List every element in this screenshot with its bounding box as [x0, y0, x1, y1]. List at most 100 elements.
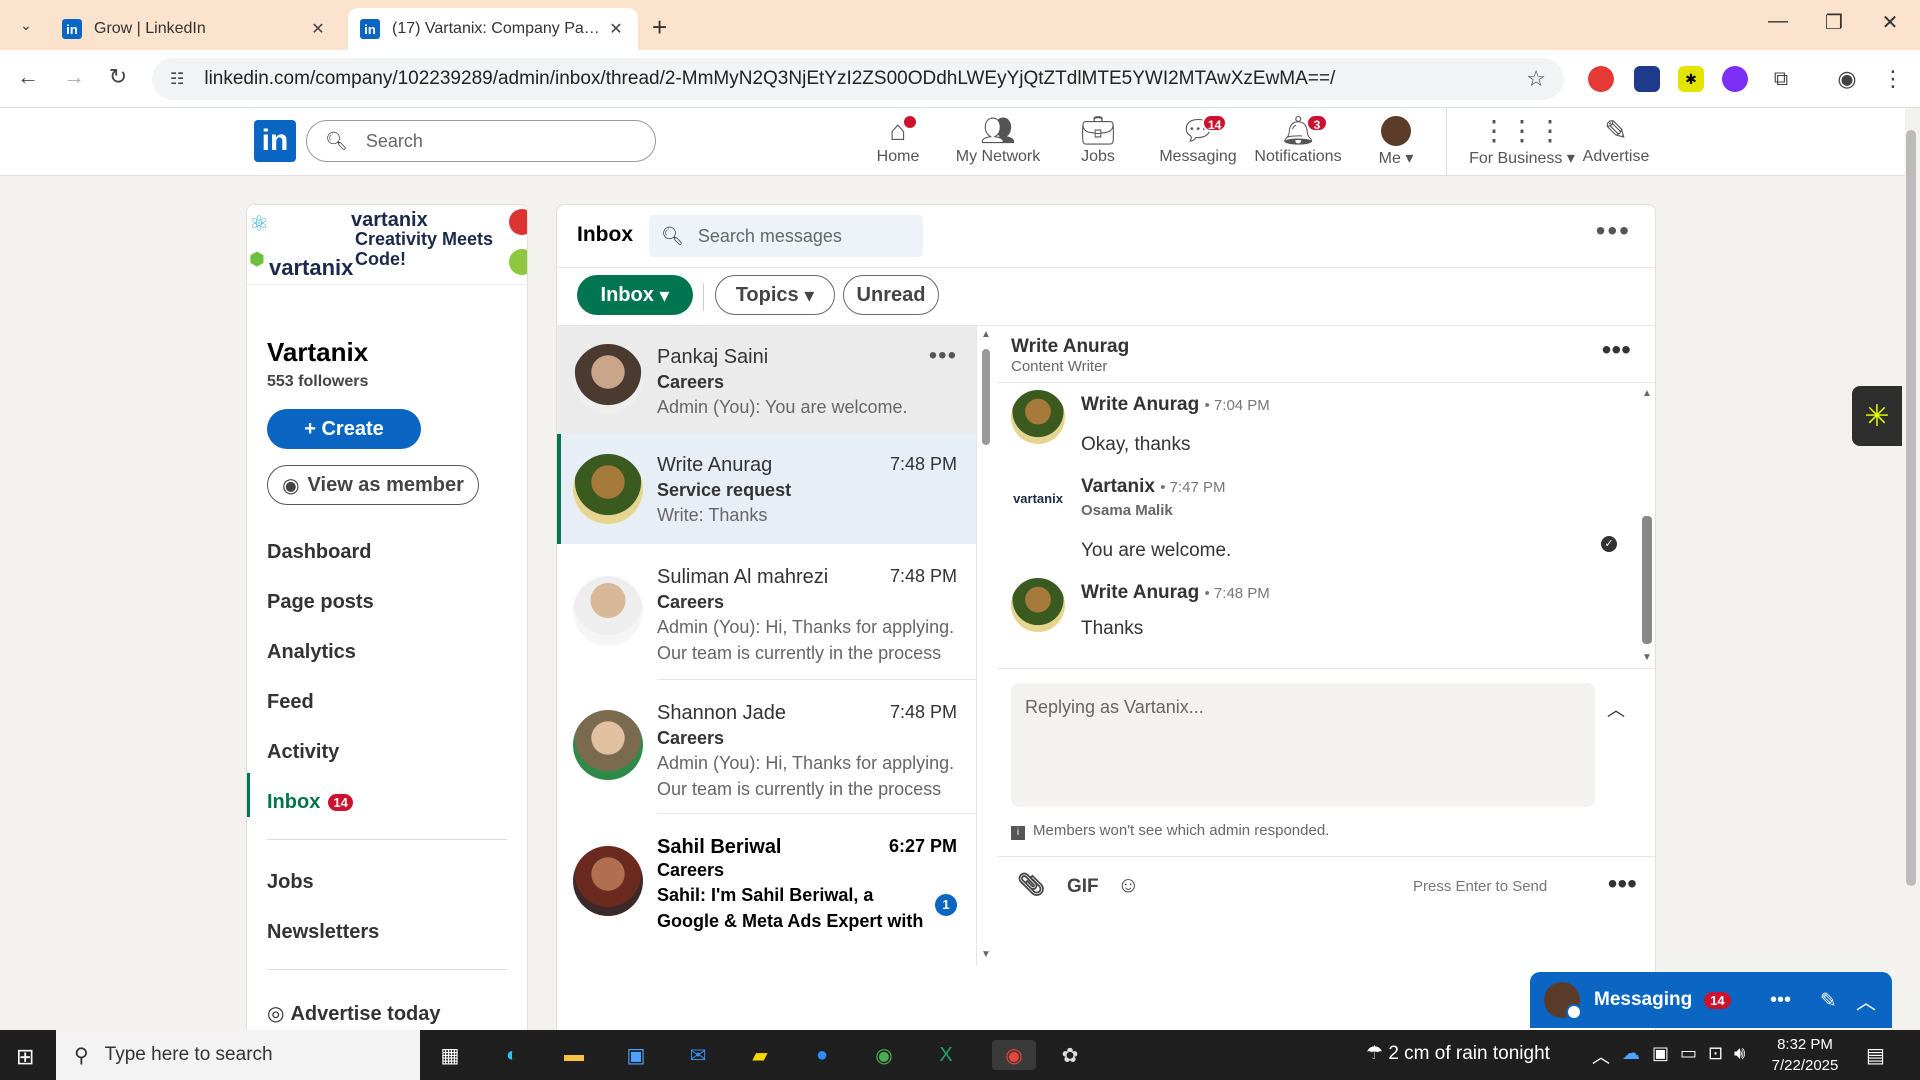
more-options-icon[interactable]: ••• — [1770, 989, 1791, 1012]
nav-jobs[interactable]: 💼︎ Jobs — [1048, 114, 1148, 166]
emoji-icon[interactable]: ☺ — [1117, 872, 1139, 898]
system-clock[interactable]: 8:32 PM 7/22/2025 — [1760, 1034, 1850, 1076]
store-icon[interactable]: ▣ — [620, 1040, 652, 1070]
nav-me[interactable]: Me ▾ — [1346, 114, 1446, 168]
scroll-down-arrow-icon[interactable]: ▼ — [1642, 652, 1652, 663]
close-window-icon[interactable]: ✕ — [1870, 10, 1910, 35]
gif-button[interactable]: GIF — [1067, 876, 1099, 898]
battery-icon[interactable]: ▭ — [1680, 1043, 1697, 1064]
mail-icon[interactable]: ✉ — [682, 1040, 714, 1070]
zoom-icon[interactable]: ● — [806, 1040, 838, 1070]
avatar[interactable] — [1011, 578, 1065, 632]
unread-filter[interactable]: Unread — [843, 275, 939, 315]
thread-more-options-icon[interactable]: ••• — [1602, 334, 1631, 366]
page-scrollbar[interactable] — [1906, 130, 1916, 886]
assistant-widget-icon[interactable]: ✳ — [1852, 386, 1902, 446]
close-icon[interactable]: ✕ — [606, 19, 626, 39]
chevron-up-icon[interactable]: ︿ — [1592, 1043, 1610, 1069]
nav-advertise[interactable]: ✎ Advertise — [1566, 114, 1666, 166]
conversation-item-selected[interactable]: Write Anurag 7:48 PM Service request Wri… — [557, 434, 976, 544]
site-info-icon[interactable]: ☷ — [170, 69, 184, 89]
topics-filter-dropdown[interactable]: Topics ▾ — [715, 275, 835, 315]
view-as-member-button[interactable]: ◉ View as member — [267, 465, 479, 505]
network-icon[interactable]: ⊡ — [1708, 1043, 1723, 1064]
thread-scrollbar[interactable] — [1642, 516, 1652, 644]
conversation-item[interactable]: Shannon Jade 7:48 PM Careers Admin (You)… — [557, 680, 976, 814]
menu-inbox[interactable]: Inbox 14 — [267, 791, 353, 814]
tab-vartanix-admin[interactable]: in (17) Vartanix: Company Page Admin ✕ — [348, 8, 638, 50]
menu-newsletters[interactable]: Newsletters — [267, 921, 379, 944]
pokeball-extension-icon[interactable] — [1588, 66, 1614, 92]
create-button[interactable]: + Create — [267, 409, 421, 449]
restore-icon[interactable]: ❐ — [1814, 10, 1854, 35]
nav-home[interactable]: ⌂ Home — [848, 114, 948, 166]
attach-paperclip-icon[interactable]: 📎︎ — [1017, 872, 1045, 898]
chrome-icon[interactable]: ◉ — [992, 1040, 1036, 1070]
chevron-up-icon[interactable]: ︿ — [1856, 986, 1876, 1015]
organization-name[interactable]: Vartanix — [267, 337, 368, 368]
taskbar-search-input[interactable]: ⚲ Type here to search — [56, 1030, 420, 1080]
menu-advertise-today[interactable]: ◎ Advertise today — [267, 1001, 441, 1026]
tab-search-button[interactable]: ⌄ — [12, 12, 40, 38]
close-icon[interactable]: ✕ — [308, 19, 328, 39]
messaging-overlay-bar[interactable]: Messaging 14 ••• ✎ ︿ — [1530, 972, 1892, 1028]
asterisk-extension-icon[interactable]: ✱ — [1678, 66, 1704, 92]
linkedin-logo[interactable]: in — [254, 120, 296, 162]
vartanix-logo[interactable]: vartanix — [1011, 472, 1065, 526]
chrome-profile-icon[interactable]: ◉ — [868, 1040, 900, 1070]
url-omnibox[interactable]: ☷ linkedin.com/company/102239289/admin/i… — [152, 58, 1564, 100]
conversation-list-scrollbar[interactable] — [982, 349, 990, 445]
menu-dashboard[interactable]: Dashboard — [267, 541, 371, 564]
conversation-item[interactable]: Suliman Al mahrezi 7:48 PM Careers Admin… — [557, 544, 976, 680]
more-options-icon[interactable]: ••• — [1596, 215, 1631, 247]
profile-icon[interactable]: ◉ — [1834, 66, 1860, 92]
nav-my-network[interactable]: 👥︎ My Network — [948, 114, 1048, 166]
color-extension-icon[interactable] — [1722, 66, 1748, 92]
meet-icon[interactable]: ▣ — [1652, 1043, 1669, 1064]
edge-icon[interactable]: ◐ — [496, 1040, 528, 1070]
press-enter-hint[interactable]: Press Enter to Send — [1413, 878, 1547, 895]
thread-contact-name[interactable]: Write Anurag — [1011, 336, 1129, 358]
conversation-item[interactable]: Sahil Beriwal 6:27 PM Careers Sahil: I'm… — [557, 814, 976, 948]
send-options-icon[interactable]: ••• — [1608, 868, 1637, 900]
nav-messaging[interactable]: 💬︎ 14 Messaging — [1148, 114, 1248, 166]
new-tab-button[interactable]: + — [652, 12, 667, 43]
menu-jobs[interactable]: Jobs — [267, 871, 314, 894]
menu-page-posts[interactable]: Page posts — [267, 591, 374, 614]
task-view-icon[interactable]: ▦ — [434, 1040, 466, 1070]
notifications-center-icon[interactable]: ▤ — [1866, 1043, 1885, 1068]
bookmark-star-icon[interactable]: ☆ — [1526, 66, 1546, 92]
file-explorer-icon[interactable]: ▬ — [558, 1040, 590, 1070]
menu-activity[interactable]: Activity — [267, 741, 339, 764]
reply-textarea[interactable]: Replying as Vartanix... — [1011, 683, 1595, 807]
url-text[interactable]: linkedin.com/company/102239289/admin/inb… — [204, 68, 1526, 90]
nav-notifications[interactable]: 🔔︎ 3 Notifications — [1248, 114, 1348, 166]
scroll-up-arrow-icon[interactable]: ▲ — [1642, 388, 1652, 399]
more-options-icon[interactable]: ••• — [929, 342, 957, 370]
global-search-input[interactable]: 🔍︎ Search — [306, 120, 656, 162]
search-messages-input[interactable]: 🔍︎ Search messages — [649, 215, 923, 257]
avatar[interactable] — [1011, 390, 1065, 444]
nav-for-business[interactable]: ⋮⋮⋮ For Business ▾ — [1462, 114, 1582, 168]
minimize-icon[interactable]: — — [1758, 10, 1798, 33]
puzzle-extensions-icon[interactable]: ⧉ — [1768, 66, 1794, 92]
conversation-item[interactable]: Pankaj Saini ••• Careers Admin (You): Yo… — [557, 326, 976, 434]
expand-compose-icon[interactable]: ︿ — [1607, 696, 1625, 722]
kebab-menu-icon[interactable]: ⋮ — [1880, 66, 1906, 92]
scroll-up-arrow-icon[interactable]: ▲ — [981, 329, 991, 340]
weather-widget[interactable]: ☂ 2 cm of rain tonight — [1366, 1042, 1550, 1065]
tab-grow-linkedin[interactable]: in Grow | LinkedIn ✕ — [50, 8, 340, 50]
menu-analytics[interactable]: Analytics — [267, 641, 356, 664]
app-icon[interactable]: ✿ — [1054, 1040, 1086, 1070]
back-icon[interactable]: ← — [12, 64, 44, 90]
menu-feed[interactable]: Feed — [267, 691, 314, 714]
sticky-notes-icon[interactable]: ▰ — [744, 1040, 776, 1070]
windows-start-icon[interactable]: ⊞ — [16, 1044, 34, 1070]
extension-icon[interactable] — [1634, 66, 1660, 92]
scroll-down-arrow-icon[interactable]: ▼ — [981, 949, 991, 960]
reload-icon[interactable]: ↻ — [102, 64, 134, 90]
volume-icon[interactable]: 🔊︎ — [1734, 1043, 1745, 1064]
compose-icon[interactable]: ✎ — [1820, 988, 1837, 1013]
onedrive-icon[interactable]: ☁ — [1622, 1043, 1640, 1064]
excel-icon[interactable]: X — [930, 1040, 962, 1070]
